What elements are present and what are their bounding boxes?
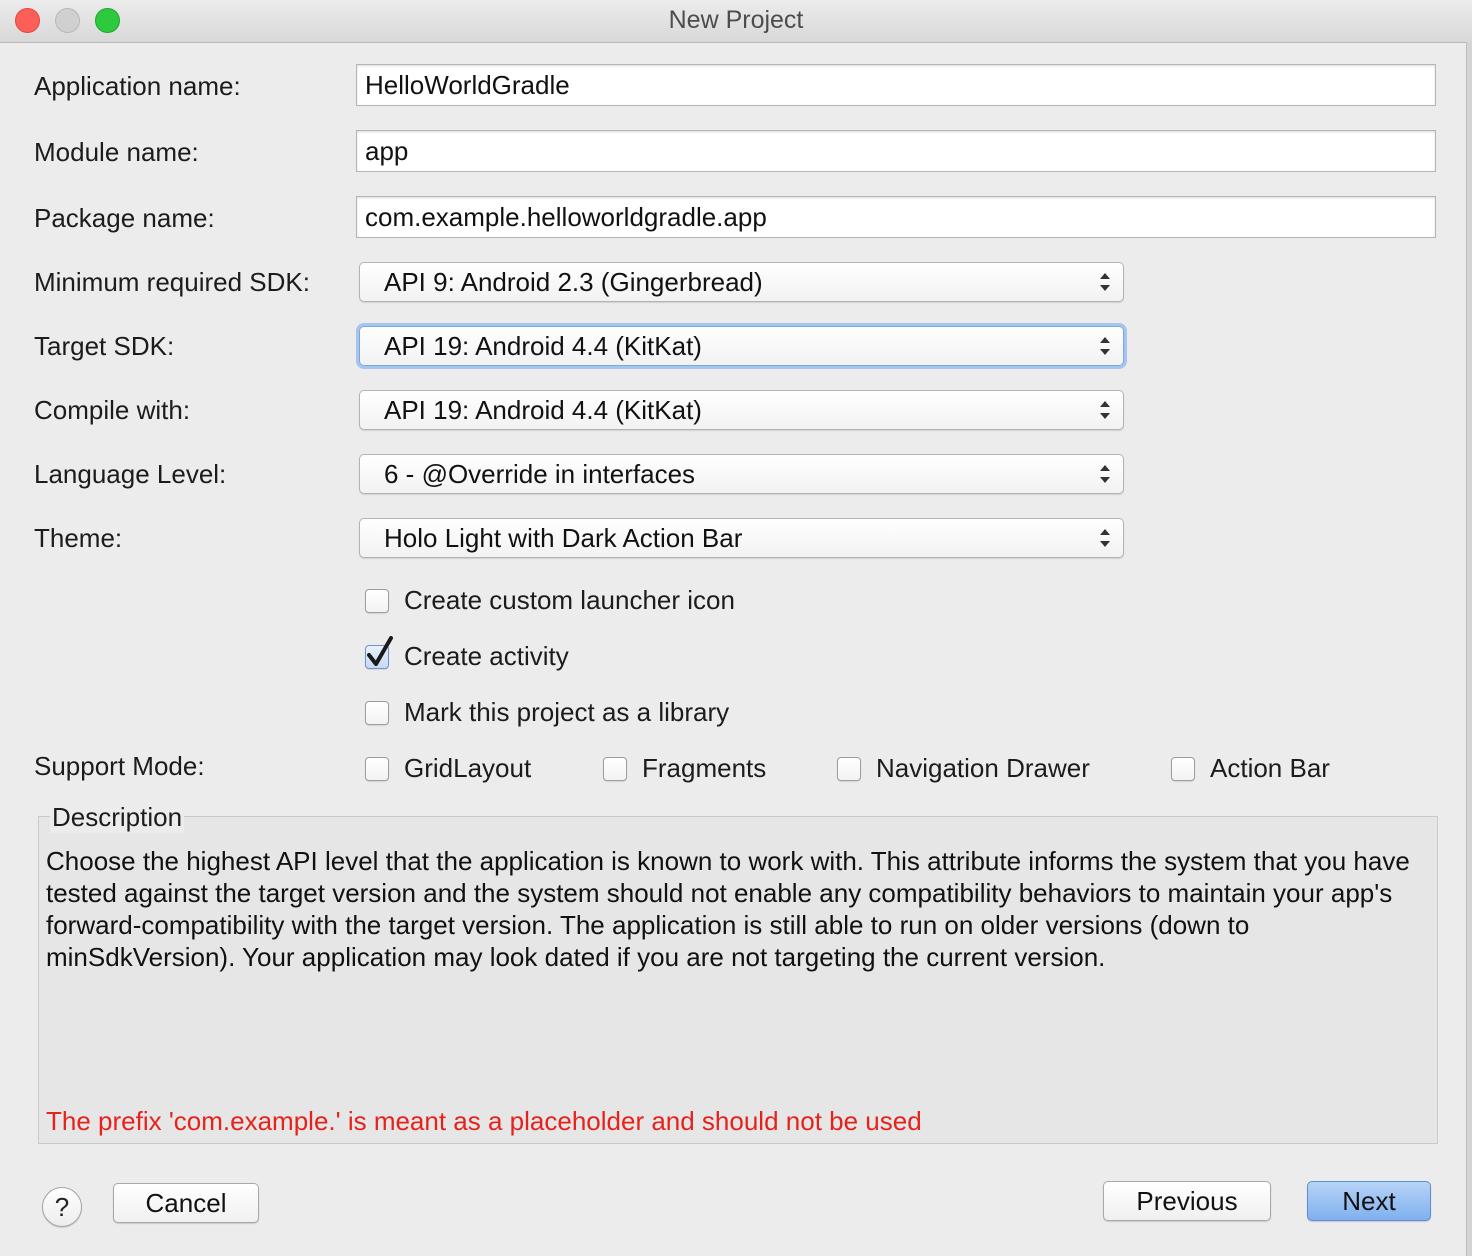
cancel-button[interactable]: Cancel xyxy=(113,1183,259,1223)
create-activity-label[interactable]: Create activity xyxy=(404,641,569,672)
fragments-checkbox[interactable] xyxy=(603,757,627,781)
min-sdk-select[interactable]: API 9: Android 2.3 (Gingerbread) xyxy=(359,262,1124,302)
target-sdk-select[interactable]: API 19: Android 4.4 (KitKat) xyxy=(359,326,1124,366)
language-level-label: Language Level: xyxy=(34,459,227,489)
select-arrows-icon xyxy=(1100,337,1110,355)
theme-label: Theme: xyxy=(34,523,123,553)
navigation-drawer-label[interactable]: Navigation Drawer xyxy=(876,753,1090,784)
next-button[interactable]: Next xyxy=(1307,1181,1431,1221)
module-name-label: Module name: xyxy=(34,137,199,167)
select-arrows-icon xyxy=(1100,401,1110,419)
checkmark-icon xyxy=(367,636,393,666)
previous-button[interactable]: Previous xyxy=(1103,1181,1271,1221)
package-name-label: Package name: xyxy=(34,203,215,233)
select-arrows-icon xyxy=(1100,465,1110,483)
min-sdk-value: API 9: Android 2.3 (Gingerbread) xyxy=(384,267,763,297)
application-name-input[interactable]: HelloWorldGradle xyxy=(356,64,1436,106)
min-sdk-label: Minimum required SDK: xyxy=(34,267,310,297)
library-label[interactable]: Mark this project as a library xyxy=(404,697,729,728)
validation-error-message: The prefix 'com.example.' is meant as a … xyxy=(46,1106,922,1136)
gridlayout-label[interactable]: GridLayout xyxy=(404,753,531,784)
support-mode-label: Support Mode: xyxy=(34,751,205,781)
language-level-value: 6 - @Override in interfaces xyxy=(384,459,696,489)
target-sdk-label: Target SDK: xyxy=(34,331,175,361)
action-bar-checkbox[interactable] xyxy=(1171,757,1195,781)
custom-launcher-icon-checkbox[interactable] xyxy=(365,589,389,613)
description-text: Choose the highest API level that the ap… xyxy=(46,846,1410,972)
title-bar: New Project xyxy=(0,0,1472,43)
module-name-input[interactable]: app xyxy=(356,130,1436,172)
window-title: New Project xyxy=(668,6,804,34)
description-title: Description xyxy=(50,802,185,833)
theme-select[interactable]: Holo Light with Dark Action Bar xyxy=(359,518,1124,558)
custom-launcher-icon-label[interactable]: Create custom launcher icon xyxy=(404,585,735,616)
select-arrows-icon xyxy=(1100,529,1110,547)
theme-value: Holo Light with Dark Action Bar xyxy=(384,523,743,553)
compile-with-select[interactable]: API 19: Android 4.4 (KitKat) xyxy=(359,390,1124,430)
select-arrows-icon xyxy=(1100,273,1110,291)
library-checkbox[interactable] xyxy=(365,701,389,725)
fragments-label[interactable]: Fragments xyxy=(642,753,766,784)
create-activity-checkbox[interactable] xyxy=(365,636,393,669)
background-window-edge xyxy=(1466,42,1472,1256)
action-bar-label[interactable]: Action Bar xyxy=(1210,753,1330,784)
gridlayout-checkbox[interactable] xyxy=(365,757,389,781)
navigation-drawer-checkbox[interactable] xyxy=(837,757,861,781)
language-level-select[interactable]: 6 - @Override in interfaces xyxy=(359,454,1124,494)
help-button[interactable]: ? xyxy=(42,1187,82,1227)
compile-with-label: Compile with: xyxy=(34,395,191,425)
new-project-dialog: New Project Application name: HelloWorld… xyxy=(0,0,1472,1256)
application-name-label: Application name: xyxy=(34,71,241,101)
target-sdk-value: API 19: Android 4.4 (KitKat) xyxy=(384,331,702,361)
package-name-input[interactable]: com.example.helloworldgradle.app xyxy=(356,196,1436,238)
compile-with-value: API 19: Android 4.4 (KitKat) xyxy=(384,395,702,425)
